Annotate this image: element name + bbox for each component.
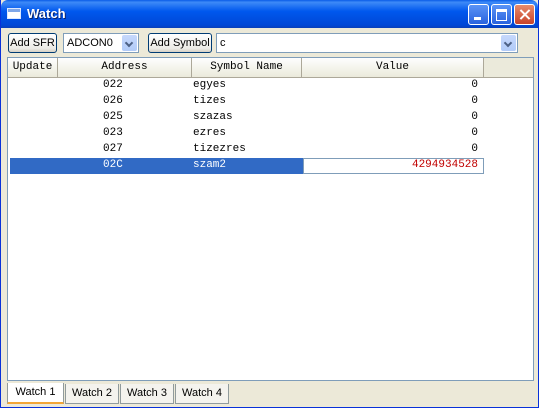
window-icon	[7, 8, 21, 19]
table-row-selected[interactable]: 02C szam2 4294934528	[10, 158, 484, 174]
symbol-cell: szam2	[193, 159, 227, 171]
window-title: Watch	[27, 6, 66, 21]
tab-watch-2[interactable]: Watch 2	[65, 384, 119, 404]
table-row[interactable]: 026 tizes 0	[10, 94, 484, 110]
value-cell[interactable]: 0	[471, 95, 478, 107]
watch-list[interactable]: Update Address Symbol Name Value 022 egy…	[7, 57, 534, 381]
tab-watch-1[interactable]: Watch 1	[7, 383, 64, 404]
list-header: Update Address Symbol Name Value	[8, 58, 533, 78]
title-bar[interactable]: Watch	[1, 0, 538, 28]
column-header-symbol-name[interactable]: Symbol Name	[192, 58, 302, 77]
chevron-down-icon[interactable]	[501, 35, 516, 51]
address-cell: 026	[103, 95, 123, 107]
symbol-cell: ezres	[193, 127, 227, 139]
value-cell[interactable]: 0	[471, 111, 478, 123]
symbol-cell: szazas	[193, 111, 233, 123]
table-row[interactable]: 027 tizezres 0	[10, 142, 484, 158]
close-button[interactable]	[514, 4, 535, 25]
address-cell: 022	[103, 79, 123, 91]
column-header-value[interactable]: Value	[302, 58, 484, 77]
maximize-button[interactable]	[491, 4, 512, 25]
sfr-select[interactable]: ADCON0	[63, 33, 139, 53]
address-cell: 025	[103, 111, 123, 123]
symbol-select[interactable]: c	[216, 33, 518, 53]
column-header-address[interactable]: Address	[58, 58, 192, 77]
tab-watch-3[interactable]: Watch 3	[120, 384, 174, 404]
value-cell[interactable]: 4294934528	[412, 159, 478, 171]
table-row[interactable]: 023 ezres 0	[10, 126, 484, 142]
add-symbol-button[interactable]: Add Symbol	[148, 33, 212, 53]
address-cell: 02C	[103, 159, 123, 171]
chevron-down-icon[interactable]	[122, 35, 137, 51]
symbol-select-value: c	[220, 37, 226, 49]
table-row[interactable]: 025 szazas 0	[10, 110, 484, 126]
value-cell[interactable]: 0	[471, 143, 478, 155]
sfr-select-value: ADCON0	[67, 37, 113, 49]
value-cell[interactable]: 0	[471, 127, 478, 139]
table-row[interactable]: 022 egyes 0	[10, 78, 484, 94]
symbol-cell: tizes	[193, 95, 227, 107]
value-cell[interactable]: 0	[471, 79, 478, 91]
symbol-cell: tizezres	[193, 143, 246, 155]
minimize-button[interactable]	[468, 4, 489, 25]
tab-watch-4[interactable]: Watch 4	[175, 384, 229, 404]
symbol-cell: egyes	[193, 79, 227, 91]
address-cell: 023	[103, 127, 123, 139]
watch-window: Watch Add SFR ADCON0 Add Symbol c Update…	[0, 0, 539, 408]
address-cell: 027	[103, 143, 123, 155]
add-sfr-button[interactable]: Add SFR	[8, 33, 57, 53]
column-header-update[interactable]: Update	[8, 58, 58, 77]
